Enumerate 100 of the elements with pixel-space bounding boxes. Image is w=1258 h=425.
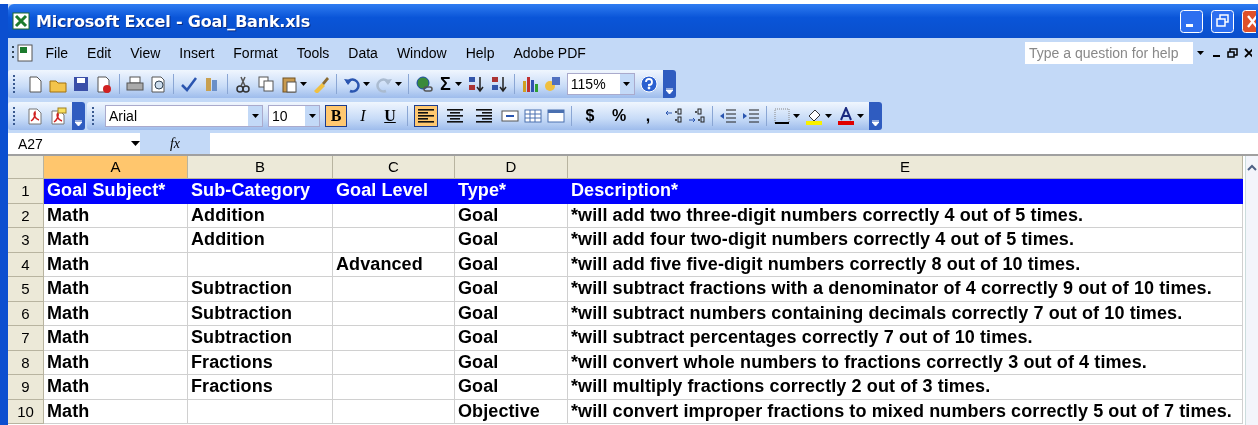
column-header[interactable]: B (188, 156, 333, 179)
clipboard-icon[interactable] (280, 75, 298, 93)
row-header[interactable]: 8 (8, 350, 44, 375)
menu-item[interactable]: Insert (169, 45, 224, 61)
menu-item[interactable]: Window (387, 45, 457, 61)
dropdown-arrow-icon (308, 114, 316, 118)
dropdown-arrow-icon[interactable] (793, 114, 800, 118)
table-cell: Advanced (333, 252, 455, 277)
header-cell: Goal Level (333, 179, 455, 204)
menu-item[interactable]: Adobe PDF (504, 45, 596, 61)
help-icon[interactable] (639, 75, 658, 93)
print-preview-icon[interactable] (149, 75, 167, 93)
row-header[interactable]: 3 (8, 228, 44, 253)
restore-icon[interactable] (1227, 48, 1238, 58)
undo-arrow-icon[interactable] (343, 75, 361, 93)
text-style-button[interactable]: B (325, 105, 347, 127)
zoom-dropdown[interactable]: 115% (566, 73, 635, 95)
shapes-icon[interactable] (543, 75, 562, 93)
vertical-scrollbar[interactable] (1245, 156, 1258, 425)
menu-item[interactable]: View (120, 45, 170, 61)
autosum-button[interactable]: Σ (438, 73, 453, 95)
dropdown-arrow-icon[interactable] (857, 114, 864, 118)
font-size-dropdown[interactable]: 10 (268, 105, 320, 127)
paint-bucket-icon[interactable] (805, 107, 823, 125)
menu-item[interactable]: Help (456, 45, 504, 61)
increase-decimal-icon[interactable] (665, 107, 683, 125)
text-style-button[interactable]: I (352, 105, 374, 127)
column-header[interactable]: A (44, 156, 188, 179)
number-format-button[interactable]: % (607, 105, 631, 127)
insert-function-button[interactable]: fx (140, 133, 210, 154)
decrease-decimal-icon[interactable] (688, 107, 706, 125)
row-header[interactable]: 7 (8, 326, 44, 351)
outdent-icon[interactable] (719, 107, 737, 125)
scissors-icon[interactable] (234, 75, 252, 93)
copy-icon[interactable] (257, 75, 275, 93)
font-dropdown[interactable]: Arial (105, 105, 263, 127)
table-cell: *will subtract percentages correctly 7 out of 10 times. (568, 326, 1243, 351)
menu-item[interactable]: Edit (77, 45, 121, 61)
table-cell: Addition (188, 203, 333, 228)
table-cell: Subtraction (188, 326, 333, 351)
merge-cells-icon[interactable] (501, 107, 519, 125)
sort-descending-icon[interactable] (489, 75, 508, 93)
help-search-field[interactable]: Type a question for help (1025, 42, 1207, 64)
column-header[interactable]: D (455, 156, 568, 179)
table-cell: Math (44, 375, 188, 400)
paintbrush-icon[interactable] (312, 75, 330, 93)
row-header[interactable]: 2 (8, 203, 44, 228)
table-cell: Goal (455, 203, 568, 228)
number-format-button[interactable]: $ (578, 105, 602, 127)
text-style-button[interactable]: U (379, 105, 401, 127)
row-header[interactable]: 10 (8, 399, 44, 424)
table-cell: *will add five five-digit numbers correctly 8 out of 10 times. (568, 252, 1243, 277)
window-title: Microsoft Excel - Goal_Bank.xls (36, 11, 310, 31)
dropdown-arrow-icon[interactable] (363, 82, 370, 86)
printer-icon[interactable] (126, 75, 144, 93)
grid-icon[interactable] (524, 107, 542, 125)
header-cell: Type* (455, 179, 568, 204)
table-cell: *will multiply fractions correctly 2 out of 3 times. (568, 375, 1243, 400)
pdf-comment-icon[interactable] (49, 107, 67, 125)
toolbar-options-button[interactable] (869, 102, 882, 130)
bar-chart-icon[interactable] (520, 75, 539, 93)
row-header[interactable]: 9 (8, 375, 44, 400)
menu-item[interactable]: Data (338, 45, 388, 61)
toolbar-options-button[interactable] (72, 102, 85, 130)
menu-item[interactable]: File (36, 45, 78, 61)
column-header[interactable]: C (333, 156, 455, 179)
pdf-document-icon[interactable] (26, 107, 44, 125)
column-header[interactable]: E (568, 156, 1243, 179)
restore-button[interactable] (1211, 9, 1234, 33)
close-icon[interactable] (1244, 48, 1252, 58)
toolbar-options-button[interactable] (662, 70, 676, 98)
table-cell: *will add four two-digit numbers correctly 4 out of 5 times. (568, 228, 1243, 253)
chevron-down-icon (872, 120, 879, 126)
dropdown-arrow-icon[interactable] (300, 82, 307, 86)
globe-link-icon[interactable] (415, 75, 433, 93)
menu-item[interactable]: Format (223, 45, 288, 61)
table-cell: Math (44, 203, 188, 228)
minimize-button[interactable] (1180, 9, 1203, 33)
dropdown-arrow-icon[interactable] (395, 82, 402, 86)
row-header[interactable]: 6 (8, 301, 44, 326)
dropdown-arrow-icon[interactable] (825, 114, 832, 118)
table-cell: Math (44, 277, 188, 302)
dropdown-arrow-icon[interactable] (454, 82, 462, 86)
borders-icon[interactable] (773, 107, 791, 125)
close-button[interactable] (1242, 9, 1256, 33)
align-button[interactable] (414, 105, 438, 127)
row-header[interactable]: 1 (8, 179, 44, 204)
number-format-button[interactable]: , (636, 105, 660, 127)
spell-check-icon[interactable] (180, 75, 198, 93)
document-permission-icon[interactable] (95, 75, 113, 93)
row-header[interactable]: 5 (8, 277, 44, 302)
workbook-icon[interactable] (12, 43, 36, 63)
row-header[interactable]: 4 (8, 252, 44, 277)
indent-icon[interactable] (742, 107, 760, 125)
menu-item[interactable]: Tools (287, 45, 339, 61)
sort-ascending-icon[interactable] (466, 75, 485, 93)
table-cell: Goal (455, 301, 568, 326)
font-color-icon[interactable] (837, 107, 855, 125)
new-document-icon[interactable] (26, 75, 44, 93)
table-icon[interactable] (547, 107, 565, 125)
